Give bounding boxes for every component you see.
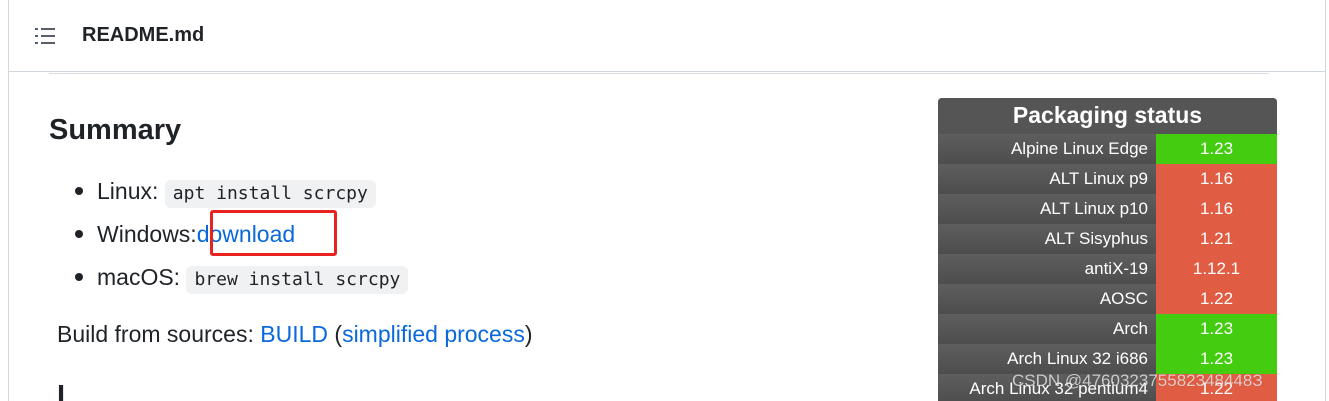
package-name: Arch xyxy=(938,314,1156,344)
build-prefix: Build from sources: xyxy=(57,321,254,347)
package-name: Alpine Linux Edge xyxy=(938,134,1156,164)
packaging-row: antiX-19 1.12.1 xyxy=(938,254,1277,284)
list-icon[interactable] xyxy=(33,26,57,46)
download-link[interactable]: download xyxy=(197,221,295,247)
package-name: Arch Linux 32 i686 xyxy=(938,344,1156,374)
macos-label: macOS: xyxy=(97,264,181,290)
packaging-row: ALT Linux p9 1.16 xyxy=(938,164,1277,194)
package-name: AOSC xyxy=(938,284,1156,314)
readme-header: README.md xyxy=(9,0,1325,72)
package-version: 1.22 xyxy=(1156,284,1277,314)
package-name: Arch Linux 32 pentium4 xyxy=(938,374,1156,401)
macos-command: brew install scrcpy xyxy=(186,266,409,294)
open-paren: ( xyxy=(334,321,343,347)
bullet-icon xyxy=(75,273,83,281)
packaging-row: Arch 1.23 xyxy=(938,314,1277,344)
summary-heading: Summary xyxy=(49,114,182,146)
next-heading: L xyxy=(57,380,75,401)
package-version: 1.21 xyxy=(1156,224,1277,254)
build-link[interactable]: BUILD xyxy=(260,321,328,347)
packaging-row: Arch Linux 32 pentium4 1.22 xyxy=(938,374,1277,401)
package-version: 1.23 xyxy=(1156,344,1277,374)
build-paragraph: Build from sources: BUILD (simplified pr… xyxy=(57,321,533,348)
packaging-title: Packaging status xyxy=(938,98,1277,134)
bullet-icon xyxy=(75,187,83,195)
packaging-row: Arch Linux 32 i686 1.23 xyxy=(938,344,1277,374)
package-version: 1.22 xyxy=(1156,374,1277,401)
simplified-process-link[interactable]: simplified process xyxy=(342,321,525,347)
linux-label: Linux: xyxy=(97,178,159,204)
packaging-row: ALT Sisyphus 1.21 xyxy=(938,224,1277,254)
packaging-row: AOSC 1.22 xyxy=(938,284,1277,314)
packaging-row: Alpine Linux Edge 1.23 xyxy=(938,134,1277,164)
close-paren: ) xyxy=(524,321,533,347)
divider xyxy=(49,73,1269,74)
package-version: 1.16 xyxy=(1156,164,1277,194)
windows-label: Windows: xyxy=(97,221,197,247)
packaging-status-badge[interactable]: Packaging status Alpine Linux Edge 1.23 AL… xyxy=(938,98,1277,401)
package-version: 1.23 xyxy=(1156,134,1277,164)
file-title: README.md xyxy=(82,24,205,46)
package-version: 1.16 xyxy=(1156,194,1277,224)
package-version: 1.12.1 xyxy=(1156,254,1277,284)
bullet-icon xyxy=(75,230,83,238)
package-version: 1.23 xyxy=(1156,314,1277,344)
package-name: antiX-19 xyxy=(938,254,1156,284)
package-name: ALT Sisyphus xyxy=(938,224,1156,254)
package-name: ALT Linux p10 xyxy=(938,194,1156,224)
packaging-row: ALT Linux p10 1.16 xyxy=(938,194,1277,224)
linux-command: apt install scrcpy xyxy=(164,180,376,208)
package-name: ALT Linux p9 xyxy=(938,164,1156,194)
packaging-rows: Alpine Linux Edge 1.23 ALT Linux p9 1.16 ALT… xyxy=(938,134,1277,401)
